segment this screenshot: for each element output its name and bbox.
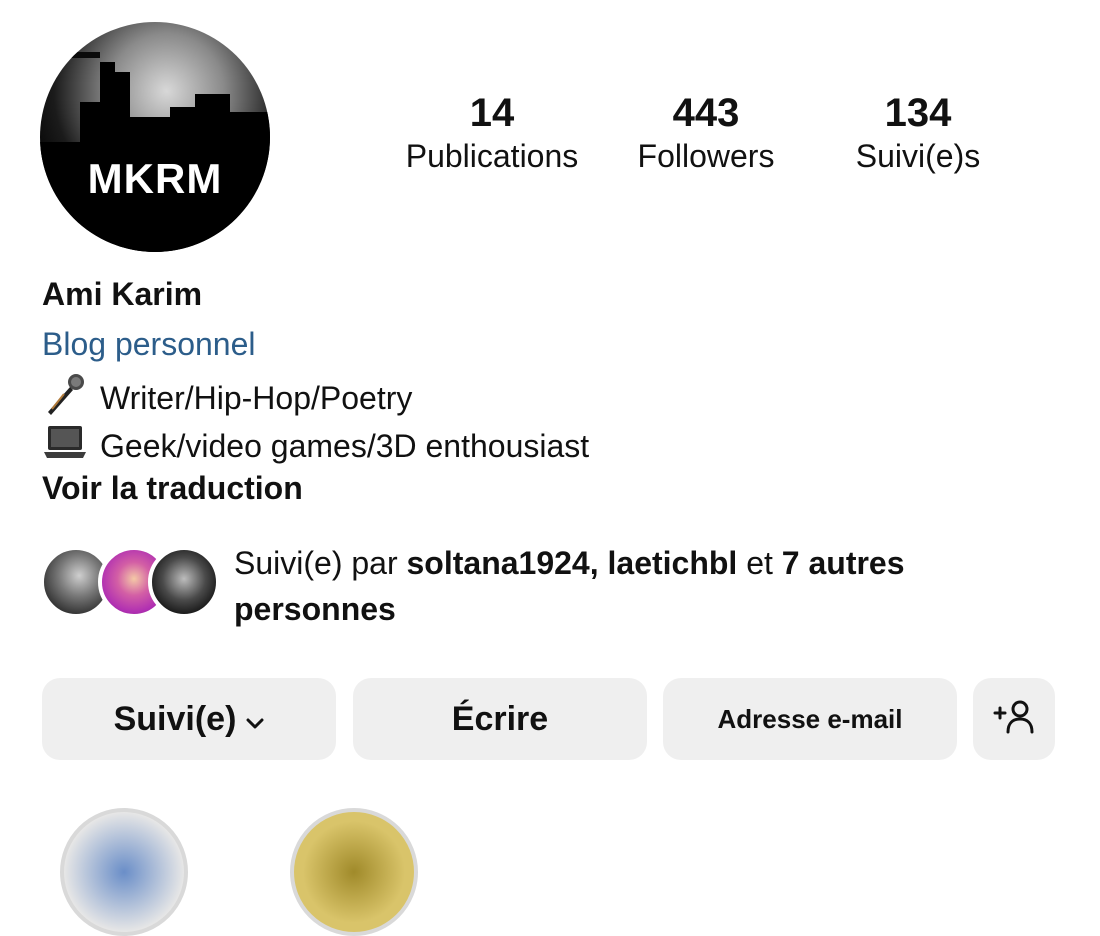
- mutual-follower-avatar-3[interactable]: [148, 546, 220, 618]
- following-button[interactable]: Suivi(e): [42, 678, 336, 760]
- story-highlight-1[interactable]: [60, 808, 188, 936]
- following-button-label: Suivi(e): [113, 699, 237, 738]
- profile-name: Ami Karim: [42, 276, 203, 312]
- stat-followers-value: 443: [672, 91, 740, 135]
- bio-text-1: Writer/Hip-Hop/Poetry: [100, 379, 413, 416]
- microphone-icon: [42, 372, 88, 424]
- followed-by-conjunction: et: [737, 545, 782, 581]
- avatar-label: MKRM: [87, 155, 223, 202]
- add-person-button[interactable]: [973, 678, 1055, 760]
- followed-by-separator: ,: [589, 545, 608, 581]
- followed-by-prefix: Suivi(e) par: [234, 545, 407, 581]
- followed-by-user-1[interactable]: soltana1924: [407, 545, 590, 581]
- add-person-icon: [992, 699, 1036, 740]
- stat-followers[interactable]: 443 Followers: [620, 90, 792, 176]
- bio-line-2: Geek/video games/3D enthousiast: [42, 420, 589, 472]
- avatar-skyline: [40, 52, 270, 252]
- followed-by-user-2[interactable]: laetichbl: [608, 545, 738, 581]
- stat-publications[interactable]: 14 Publications: [396, 90, 588, 176]
- email-button[interactable]: Adresse e-mail: [663, 678, 957, 760]
- message-button[interactable]: Écrire: [353, 678, 647, 760]
- message-button-label: Écrire: [451, 699, 549, 738]
- stat-following-value: 134: [884, 91, 952, 135]
- bio-text-2: Geek/video games/3D enthousiast: [100, 427, 590, 464]
- stat-publications-value: 14: [469, 91, 515, 135]
- laptop-icon: [42, 420, 88, 472]
- email-button-label: Adresse e-mail: [717, 703, 903, 734]
- bio-line-1: Writer/Hip-Hop/Poetry: [42, 372, 412, 424]
- stat-followers-label: Followers: [637, 138, 775, 174]
- followed-by-text[interactable]: Suivi(e) par soltana1924, laetichbl et 7…: [234, 540, 1064, 632]
- see-translation-link[interactable]: Voir la traduction: [42, 470, 303, 507]
- profile-category[interactable]: Blog personnel: [42, 326, 255, 363]
- stat-following-label: Suivi(e)s: [855, 138, 981, 174]
- profile-avatar[interactable]: MKRM: [40, 22, 270, 252]
- stat-following[interactable]: 134 Suivi(e)s: [834, 90, 1002, 176]
- chevron-down-icon: [246, 700, 264, 739]
- stat-publications-label: Publications: [405, 138, 579, 174]
- story-highlight-2[interactable]: [290, 808, 418, 936]
